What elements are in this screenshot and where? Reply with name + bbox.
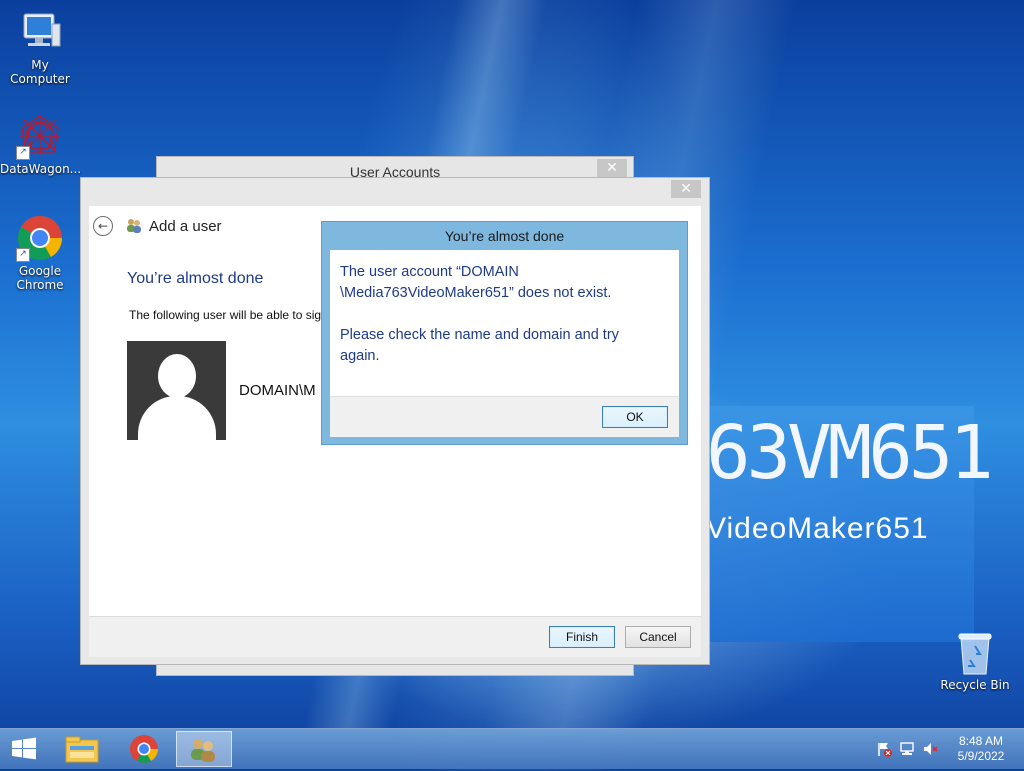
folder-icon [65, 736, 99, 763]
wizard-description: The following user will be able to sig [129, 308, 322, 322]
desktop-icon-my-computer[interactable]: My Computer [0, 8, 80, 86]
clock-date: 5/9/2022 [957, 749, 1005, 763]
back-button[interactable]: ← [93, 216, 113, 236]
users-icon [125, 217, 143, 235]
desktop-icon-datawagon[interactable]: ↗ DataWagon... [0, 112, 82, 176]
dialog-footer: OK [330, 396, 679, 437]
shortcut-arrow-icon: ↗ [16, 248, 30, 262]
desktop-icon-label: My Computer [10, 58, 70, 86]
close-button[interactable]: ✕ [597, 159, 627, 177]
taskbar-clock[interactable]: 8:48 AM 5/9/2022 [946, 734, 1016, 764]
shortcut-arrow-icon: ↗ [16, 146, 30, 160]
desktop-icon-recycle-bin[interactable]: Recycle Bin [935, 630, 1015, 692]
message-line: Please check the name and domain and try [340, 327, 619, 343]
wallpaper-logo-code: 63VM651 [706, 410, 994, 496]
datawagon-icon: ↗ [16, 112, 64, 160]
taskbar-user-accounts[interactable] [176, 731, 232, 767]
message-line: The user account “DOMAIN [340, 264, 519, 280]
taskbar-google-chrome[interactable] [116, 731, 172, 767]
desktop-icon-label: Google Chrome [16, 264, 64, 292]
error-message-dialog: You’re almost done The user account “DOM… [321, 221, 688, 445]
cancel-button[interactable]: Cancel [625, 626, 691, 648]
close-icon: ✕ [606, 160, 618, 176]
action-center-flag-icon[interactable] [876, 741, 892, 757]
dialog-body: The user account “DOMAIN \Media763VideoM… [330, 250, 679, 396]
message-line: \Media763VideoMaker651” does not exist. [340, 285, 612, 301]
desktop-icon-label: DataWagon... [0, 162, 82, 176]
desktop-icon-label: Recycle Bin [940, 678, 1010, 692]
user-avatar [127, 341, 226, 440]
close-icon: ✕ [680, 181, 692, 197]
taskbar-file-explorer[interactable] [54, 731, 110, 767]
taskbar: 8:48 AM 5/9/2022 [0, 728, 1024, 769]
user-name: DOMAIN\M [239, 382, 316, 399]
finish-button[interactable]: Finish [549, 626, 615, 648]
ok-button[interactable]: OK [602, 406, 668, 428]
volume-muted-icon[interactable] [922, 741, 938, 757]
wallpaper-logo-text: VideoMaker651 [706, 512, 929, 545]
wizard-footer: Finish Cancel [89, 616, 701, 657]
desktop-icon-google-chrome[interactable]: ↗ Google Chrome [0, 214, 80, 292]
wizard-nav: ← Add a user [93, 214, 222, 238]
network-icon[interactable] [899, 741, 915, 757]
chrome-icon: ↗ [16, 214, 64, 262]
dialog-message: The user account “DOMAIN \Media763VideoM… [340, 262, 670, 367]
start-button[interactable] [0, 731, 48, 767]
clock-time: 8:48 AM [958, 734, 1004, 748]
close-button[interactable]: ✕ [671, 180, 701, 198]
wizard-title: Add a user [149, 217, 222, 235]
recycle-bin-icon [955, 630, 995, 676]
windows-logo-icon [12, 737, 36, 760]
computer-icon [16, 8, 64, 56]
chrome-icon [130, 735, 158, 763]
wizard-heading: You’re almost done [127, 270, 264, 287]
users-icon [191, 739, 215, 762]
message-line: again. [340, 348, 380, 364]
back-arrow-icon: ← [97, 219, 109, 233]
dialog-title: You’re almost done [444, 228, 565, 244]
